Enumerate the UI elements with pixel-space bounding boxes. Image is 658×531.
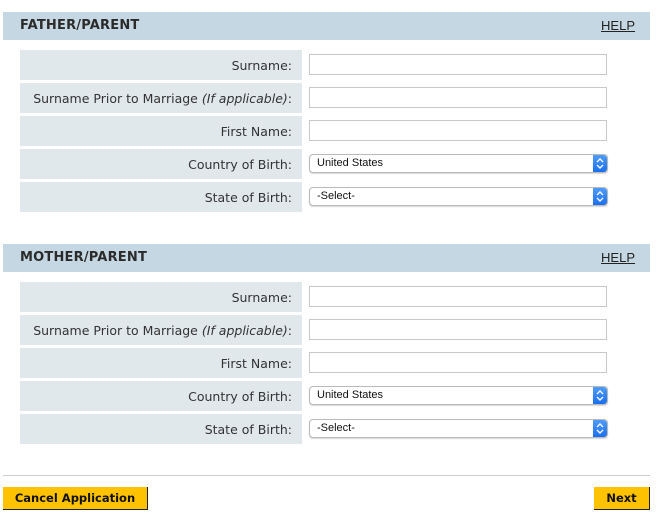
mother-state-value: -Select-	[317, 422, 355, 434]
select-chevrons-icon	[593, 155, 607, 172]
label-suffix: :	[287, 323, 292, 338]
father-country-label-cell: Country of Birth:	[20, 149, 302, 179]
father-help-link[interactable]: HELP	[601, 18, 635, 33]
mother-surname-label-cell: Surname:	[20, 282, 302, 312]
father-country-value: United States	[317, 157, 384, 169]
father-state-label: State of Birth:	[204, 190, 292, 205]
label-italic-note: (If applicable)	[201, 91, 288, 106]
next-button[interactable]: Next	[594, 487, 650, 510]
father-section-header: FATHER/PARENT HELP	[3, 12, 650, 40]
cancel-application-button[interactable]: Cancel Application	[3, 487, 148, 510]
mother-state-label-cell: State of Birth:	[20, 414, 302, 444]
father-surname-label-cell: Surname:	[20, 50, 302, 80]
father-maiden-surname-input[interactable]	[309, 87, 607, 108]
father-section-title: FATHER/PARENT	[20, 18, 140, 33]
father-surname-label: Surname:	[231, 58, 292, 73]
label-italic-note: (If applicable)	[201, 323, 288, 338]
mother-country-label-cell: Country of Birth:	[20, 381, 302, 411]
father-first-name-input[interactable]	[309, 120, 607, 141]
father-country-select[interactable]: United States	[309, 154, 608, 173]
father-first-name-label: First Name:	[220, 124, 292, 139]
select-chevrons-icon	[593, 387, 607, 404]
mother-maiden-surname-label-cell: Surname Prior to Marriage (If applicable…	[20, 315, 302, 345]
father-maiden-surname-label-cell: Surname Prior to Marriage (If applicable…	[20, 83, 302, 113]
mother-country-label: Country of Birth:	[188, 389, 292, 404]
mother-state-label: State of Birth:	[204, 422, 292, 437]
mother-help-link[interactable]: HELP	[601, 250, 635, 265]
label-text: Surname Prior to Marriage	[33, 91, 202, 106]
mother-surname-label: Surname:	[231, 290, 292, 305]
mother-section-header: MOTHER/PARENT HELP	[3, 244, 650, 272]
mother-surname-input[interactable]	[309, 286, 607, 307]
select-chevrons-icon	[593, 420, 607, 437]
mother-first-name-label: First Name:	[220, 356, 292, 371]
mother-section-title: MOTHER/PARENT	[20, 250, 148, 265]
label-suffix: :	[287, 91, 292, 106]
mother-first-name-input[interactable]	[309, 352, 607, 373]
father-state-select[interactable]: -Select-	[309, 187, 608, 206]
mother-maiden-surname-label: Surname Prior to Marriage (If applicable…	[33, 323, 292, 338]
mother-first-name-label-cell: First Name:	[20, 348, 302, 378]
label-text: Surname Prior to Marriage	[33, 323, 202, 338]
father-state-label-cell: State of Birth:	[20, 182, 302, 212]
father-surname-input[interactable]	[309, 54, 607, 75]
mother-state-select[interactable]: -Select-	[309, 419, 608, 438]
father-maiden-surname-label: Surname Prior to Marriage (If applicable…	[33, 91, 292, 106]
select-chevrons-icon	[593, 188, 607, 205]
footer-divider	[3, 475, 650, 476]
father-first-name-label-cell: First Name:	[20, 116, 302, 146]
mother-maiden-surname-input[interactable]	[309, 319, 607, 340]
father-state-value: -Select-	[317, 190, 355, 202]
mother-country-select[interactable]: United States	[309, 386, 608, 405]
mother-country-value: United States	[317, 389, 384, 401]
father-country-label: Country of Birth:	[188, 157, 292, 172]
